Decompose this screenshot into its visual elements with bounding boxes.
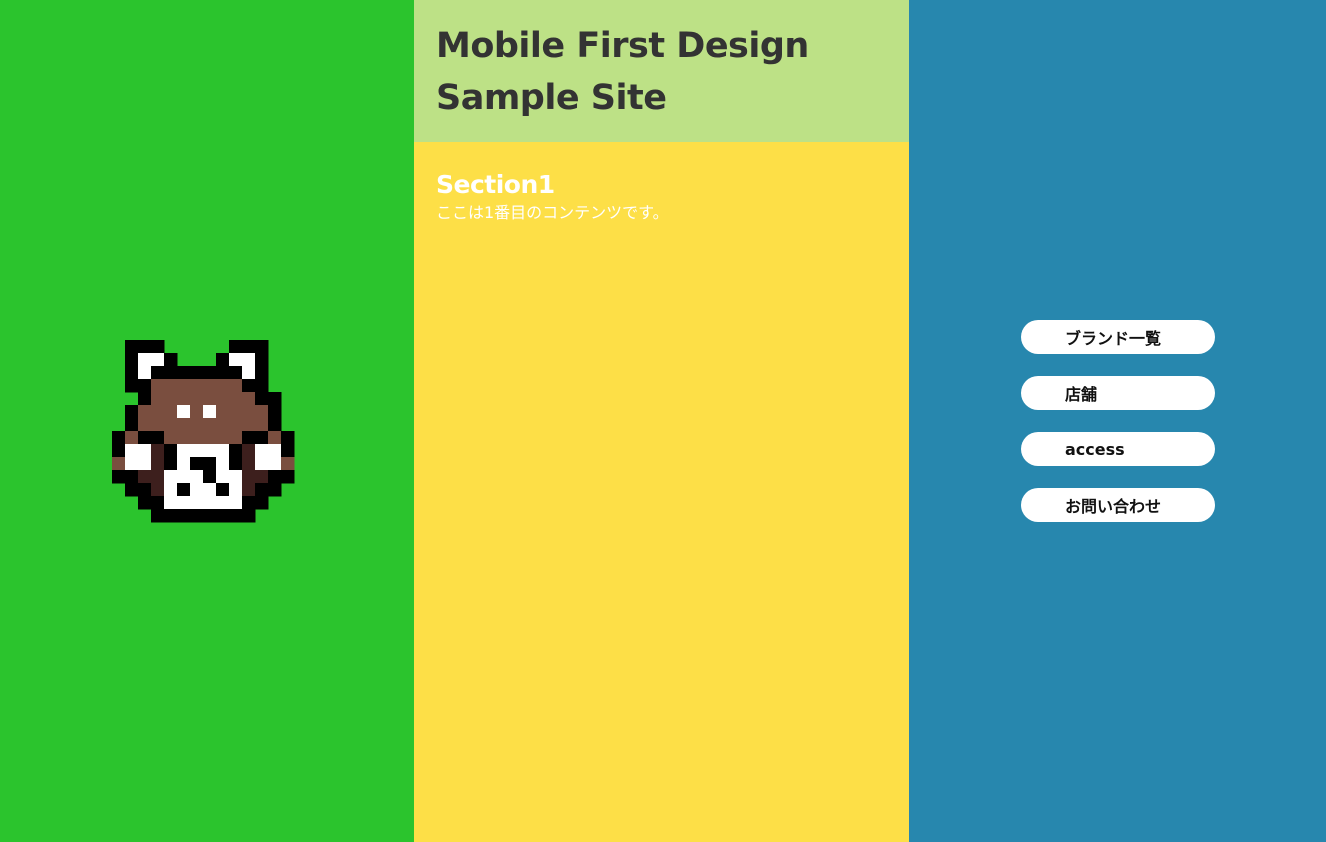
section-title: Section1 xyxy=(436,170,555,199)
left-panel xyxy=(0,0,414,842)
section-text: ここは1番目のコンテンツです。 xyxy=(436,203,669,222)
nav-brands-button[interactable]: ブランド一覧 xyxy=(1021,320,1215,354)
main-column: Mobile First Design Sample Site Section1… xyxy=(414,0,909,842)
nav-stores-button[interactable]: 店舗 xyxy=(1021,376,1215,410)
site-title: Mobile First Design Sample Site xyxy=(436,20,887,124)
section-1: Section1 ここは1番目のコンテンツです。 xyxy=(414,142,909,224)
site-title-line1: Mobile First Design xyxy=(436,26,809,66)
global-nav: ブランド一覧 店舗 access お問い合わせ xyxy=(1021,320,1215,522)
site-title-line2: Sample Site xyxy=(436,78,667,118)
nav-access-button[interactable]: access xyxy=(1021,432,1215,466)
site-header: Mobile First Design Sample Site xyxy=(414,0,909,142)
right-panel: ブランド一覧 店舗 access お問い合わせ xyxy=(909,0,1326,842)
red-panda-icon xyxy=(112,340,295,523)
nav-contact-button[interactable]: お問い合わせ xyxy=(1021,488,1215,522)
page-layout: Mobile First Design Sample Site Section1… xyxy=(0,0,1326,842)
